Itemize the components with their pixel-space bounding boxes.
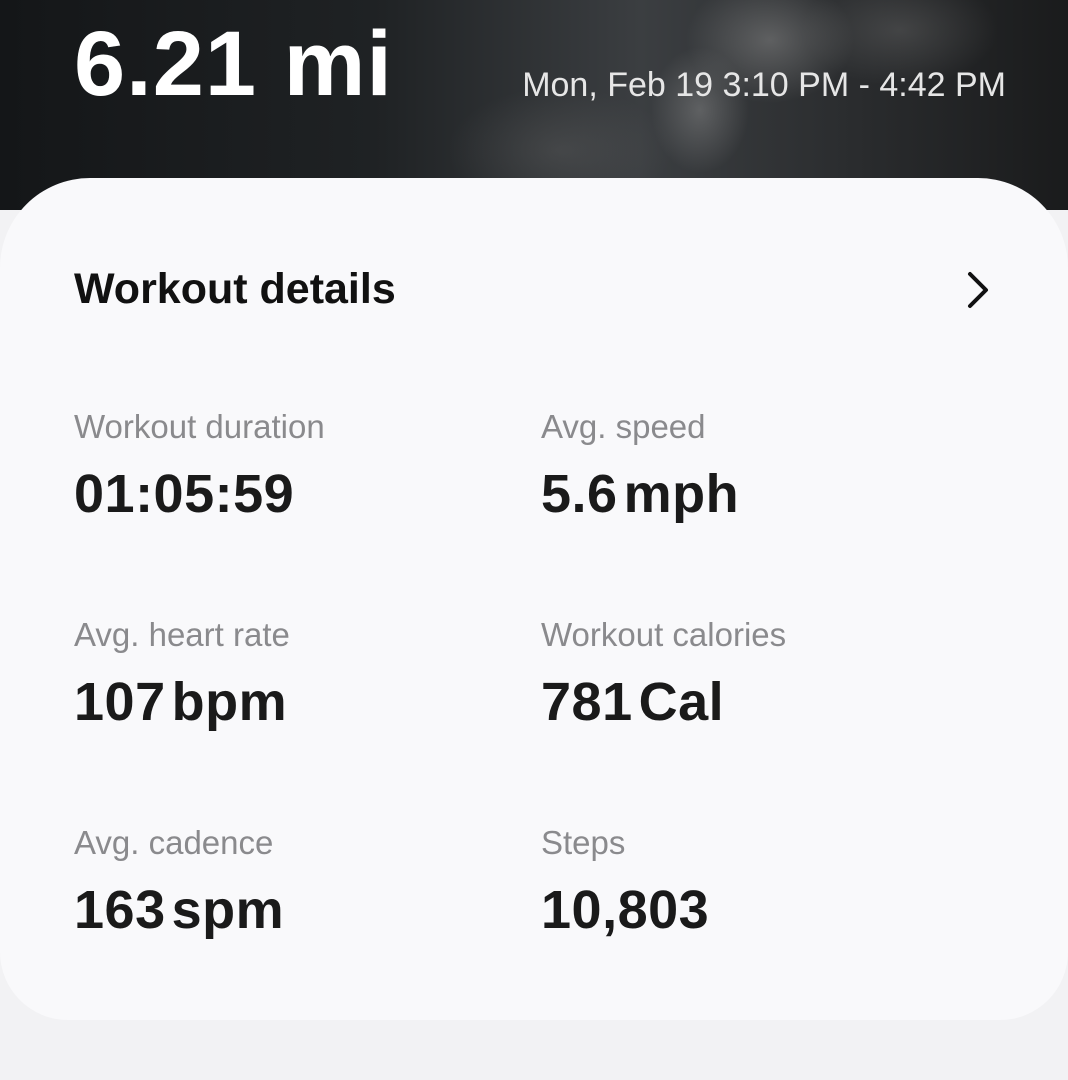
workout-date-range: Mon, Feb 19 3:10 PM - 4:42 PM [522,66,1006,104]
stat-label: Workout calories [541,616,787,653]
stat-value: 781 Cal [541,675,961,729]
stat-avg-cadence: Avg. cadence 163 spm [74,826,494,937]
stat-number: 107 [74,672,166,732]
chevron-right-icon[interactable] [960,270,996,310]
stat-label: Steps [541,824,626,861]
stat-avg-speed: Avg. speed 5.6 mph [541,410,961,521]
stat-workout-duration: Workout duration 01:05:59 [74,410,494,521]
stat-value: 10,803 [541,883,961,937]
stat-unit: Cal [638,672,725,732]
stat-value: 5.6 mph [541,467,961,521]
stat-number: 163 [74,880,166,940]
stat-number: 01:05:59 [74,464,295,524]
stat-unit: mph [623,464,740,524]
stat-number: 781 [541,672,633,732]
stat-avg-heart-rate: Avg. heart rate 107 bpm [74,618,494,729]
stat-workout-calories: Workout calories 781 Cal [541,618,961,729]
stat-value: 01:05:59 [74,467,494,521]
stat-unit: spm [171,880,285,940]
stat-number: 10,803 [541,880,710,940]
stat-label: Avg. speed [541,408,706,445]
stat-label: Avg. heart rate [74,616,290,653]
stat-value: 107 bpm [74,675,494,729]
stat-label: Avg. cadence [74,824,274,861]
stat-label: Workout duration [74,408,325,445]
stat-number: 5.6 [541,464,618,524]
workout-details-card[interactable]: Workout details Workout duration 01:05:5… [0,178,1068,1020]
stat-steps: Steps 10,803 [541,826,961,937]
stat-unit: bpm [171,672,288,732]
distance-total: 6.21 mi [74,13,393,115]
card-title: Workout details [74,265,396,313]
stat-value: 163 spm [74,883,494,937]
